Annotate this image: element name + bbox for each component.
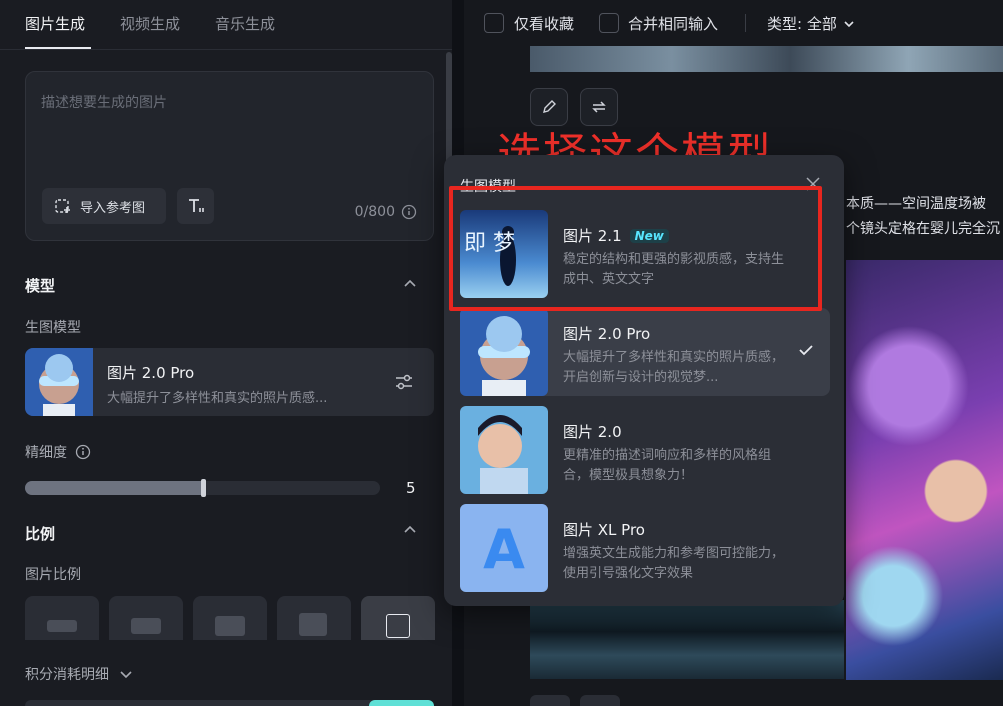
ratio-shape (131, 618, 161, 634)
model-name-text: 图片 2.0 (563, 423, 622, 441)
model-option-desc: 大幅提升了多样性和真实的照片质感，开启创新与设计的视觉梦... (563, 350, 785, 385)
merge-label[interactable]: 合并相同输入 (628, 13, 718, 34)
prompt-text-line-2: 个镜头定格在婴儿完全沉 (846, 221, 1000, 237)
left-panel: 图片生成 视频生成 音乐生成 描述想要生成的图片 导入参考图 0/800 模型 … (0, 0, 452, 706)
result-image-photo[interactable] (530, 600, 844, 679)
ratio-option-square[interactable] (361, 596, 435, 640)
type-filter-label: 类型: 全部 (767, 15, 837, 33)
new-badge: New (629, 228, 669, 243)
close-icon[interactable] (804, 175, 822, 193)
detail-value: 5 (406, 479, 416, 497)
prompt-text-line-1: 本质——空间温度场被 (846, 196, 986, 212)
generate-button[interactable] (369, 700, 434, 706)
model-thumbnail: A (460, 504, 548, 592)
chevron-up-icon[interactable] (402, 276, 418, 292)
info-icon[interactable] (401, 204, 417, 220)
check-icon (799, 345, 813, 356)
image-add-icon (55, 199, 70, 213)
ratio-option-1[interactable] (25, 596, 99, 640)
credits-detail-toggle[interactable]: 积分消耗明细 (25, 664, 133, 684)
result-image-baby[interactable] (846, 260, 1003, 680)
action-button[interactable] (530, 695, 570, 706)
model-option-2-0[interactable]: 图片 2.0 更精准的描述词响应和多样的风格组合，模型极具想象力！ (460, 406, 830, 494)
model-option-2-1[interactable]: 即 梦 图片 2.1 New 稳定的结构和更强的影视质感，支持生成中、英文文字 (460, 210, 830, 298)
favorites-checkbox[interactable] (484, 13, 504, 33)
model-thumbnail (460, 308, 548, 396)
action-button[interactable] (580, 695, 620, 706)
active-tab-indicator (25, 47, 91, 49)
result-image-strip[interactable] (530, 46, 1003, 72)
model-option-name: 图片 XL Pro (563, 519, 645, 540)
model-name-text: 图片 2.1 (563, 227, 622, 245)
detail-slider[interactable] (25, 479, 380, 497)
import-reference-label: 导入参考图 (80, 200, 146, 216)
ratio-shape (47, 620, 77, 632)
current-model-name: 图片 2.0 Pro (107, 364, 195, 382)
pencil-icon (543, 100, 556, 113)
model-thumbnail (460, 406, 548, 494)
ratio-option-2[interactable] (109, 596, 183, 640)
model-option-desc: 稳定的结构和更强的影视质感，支持生成中、英文文字 (563, 252, 785, 287)
thumbnail-text: 即 梦 (464, 231, 515, 256)
tab-image-generation[interactable]: 图片生成 (25, 13, 85, 34)
model-option-name: 图片 2.0 (563, 421, 622, 442)
prompt-placeholder: 描述想要生成的图片 (41, 95, 167, 111)
filter-bar: 仅看收藏 合并相同输入 类型: 全部 (464, 0, 1003, 46)
import-reference-button[interactable]: 导入参考图 (42, 188, 166, 224)
current-model-card[interactable]: 图片 2.0 Pro 大幅提升了多样性和真实的照片质感... (25, 348, 434, 416)
tab-music-generation[interactable]: 音乐生成 (215, 13, 275, 34)
chevron-down-icon (844, 20, 854, 27)
model-option-2-0-pro[interactable]: 图片 2.0 Pro 大幅提升了多样性和真实的照片质感，开启创新与设计的视觉梦.… (460, 308, 830, 396)
model-name-text: 图片 2.0 Pro (563, 325, 651, 343)
current-model-desc: 大幅提升了多样性和真实的照片质感... (107, 391, 328, 406)
favorites-label[interactable]: 仅看收藏 (514, 13, 574, 34)
divider (745, 14, 746, 32)
info-icon[interactable] (75, 444, 91, 460)
model-option-name: 图片 2.1 New (563, 225, 669, 246)
detail-slider-thumb[interactable] (200, 479, 206, 497)
credits-label: 积分消耗明细 (25, 667, 109, 683)
char-counter: 0/800 (355, 204, 417, 220)
detail-label: 精细度 (25, 442, 91, 462)
popup-title: 生图模型 (460, 179, 516, 195)
ratio-shape (299, 613, 327, 636)
model-thumbnail: 即 梦 (460, 210, 548, 298)
model-picker-popup: 生图模型 即 梦 图片 2.1 New 稳定的结构和更强的影视质感，支持生成中、… (444, 155, 844, 606)
image-ratio-label: 图片比例 (25, 567, 81, 583)
text-style-button[interactable] (177, 188, 214, 224)
generation-tabs: 图片生成 视频生成 音乐生成 (0, 0, 452, 50)
model-section-title: 模型 (25, 277, 56, 295)
ratio-shape (215, 616, 245, 636)
sliders-icon[interactable] (394, 372, 414, 392)
detail-label-text: 精细度 (25, 445, 67, 461)
thumbnail-text: A (483, 518, 525, 581)
detail-slider-fill (25, 481, 203, 495)
ratio-option-4[interactable] (277, 596, 351, 640)
merge-checkbox[interactable] (599, 13, 619, 33)
model-name-text: 图片 XL Pro (563, 521, 645, 539)
char-counter-value: 0/800 (354, 204, 395, 220)
model-option-desc: 增强英文生成能力和参考图可控能力，使用引号强化文字效果 (563, 546, 785, 581)
text-quote-icon (188, 199, 204, 212)
chevron-down-icon (120, 671, 132, 679)
tab-video-generation[interactable]: 视频生成 (120, 13, 180, 34)
prompt-textarea[interactable]: 描述想要生成的图片 导入参考图 0/800 (25, 71, 434, 241)
image-model-label: 生图模型 (25, 320, 81, 336)
ratio-shape (386, 614, 410, 638)
chevron-up-icon[interactable] (402, 522, 418, 538)
model-option-name: 图片 2.0 Pro (563, 323, 650, 344)
ratio-option-3[interactable] (193, 596, 267, 640)
model-thumbnail (25, 348, 93, 416)
model-option-desc: 更精准的描述词响应和多样的风格组合，模型极具想象力！ (563, 448, 772, 483)
model-option-xl-pro[interactable]: A 图片 XL Pro 增强英文生成能力和参考图可控能力，使用引号强化文字效果 (460, 504, 830, 592)
ratio-section-title: 比例 (25, 525, 56, 543)
type-filter-dropdown[interactable]: 类型: 全部 (767, 13, 855, 34)
refresh-icon (592, 101, 606, 113)
